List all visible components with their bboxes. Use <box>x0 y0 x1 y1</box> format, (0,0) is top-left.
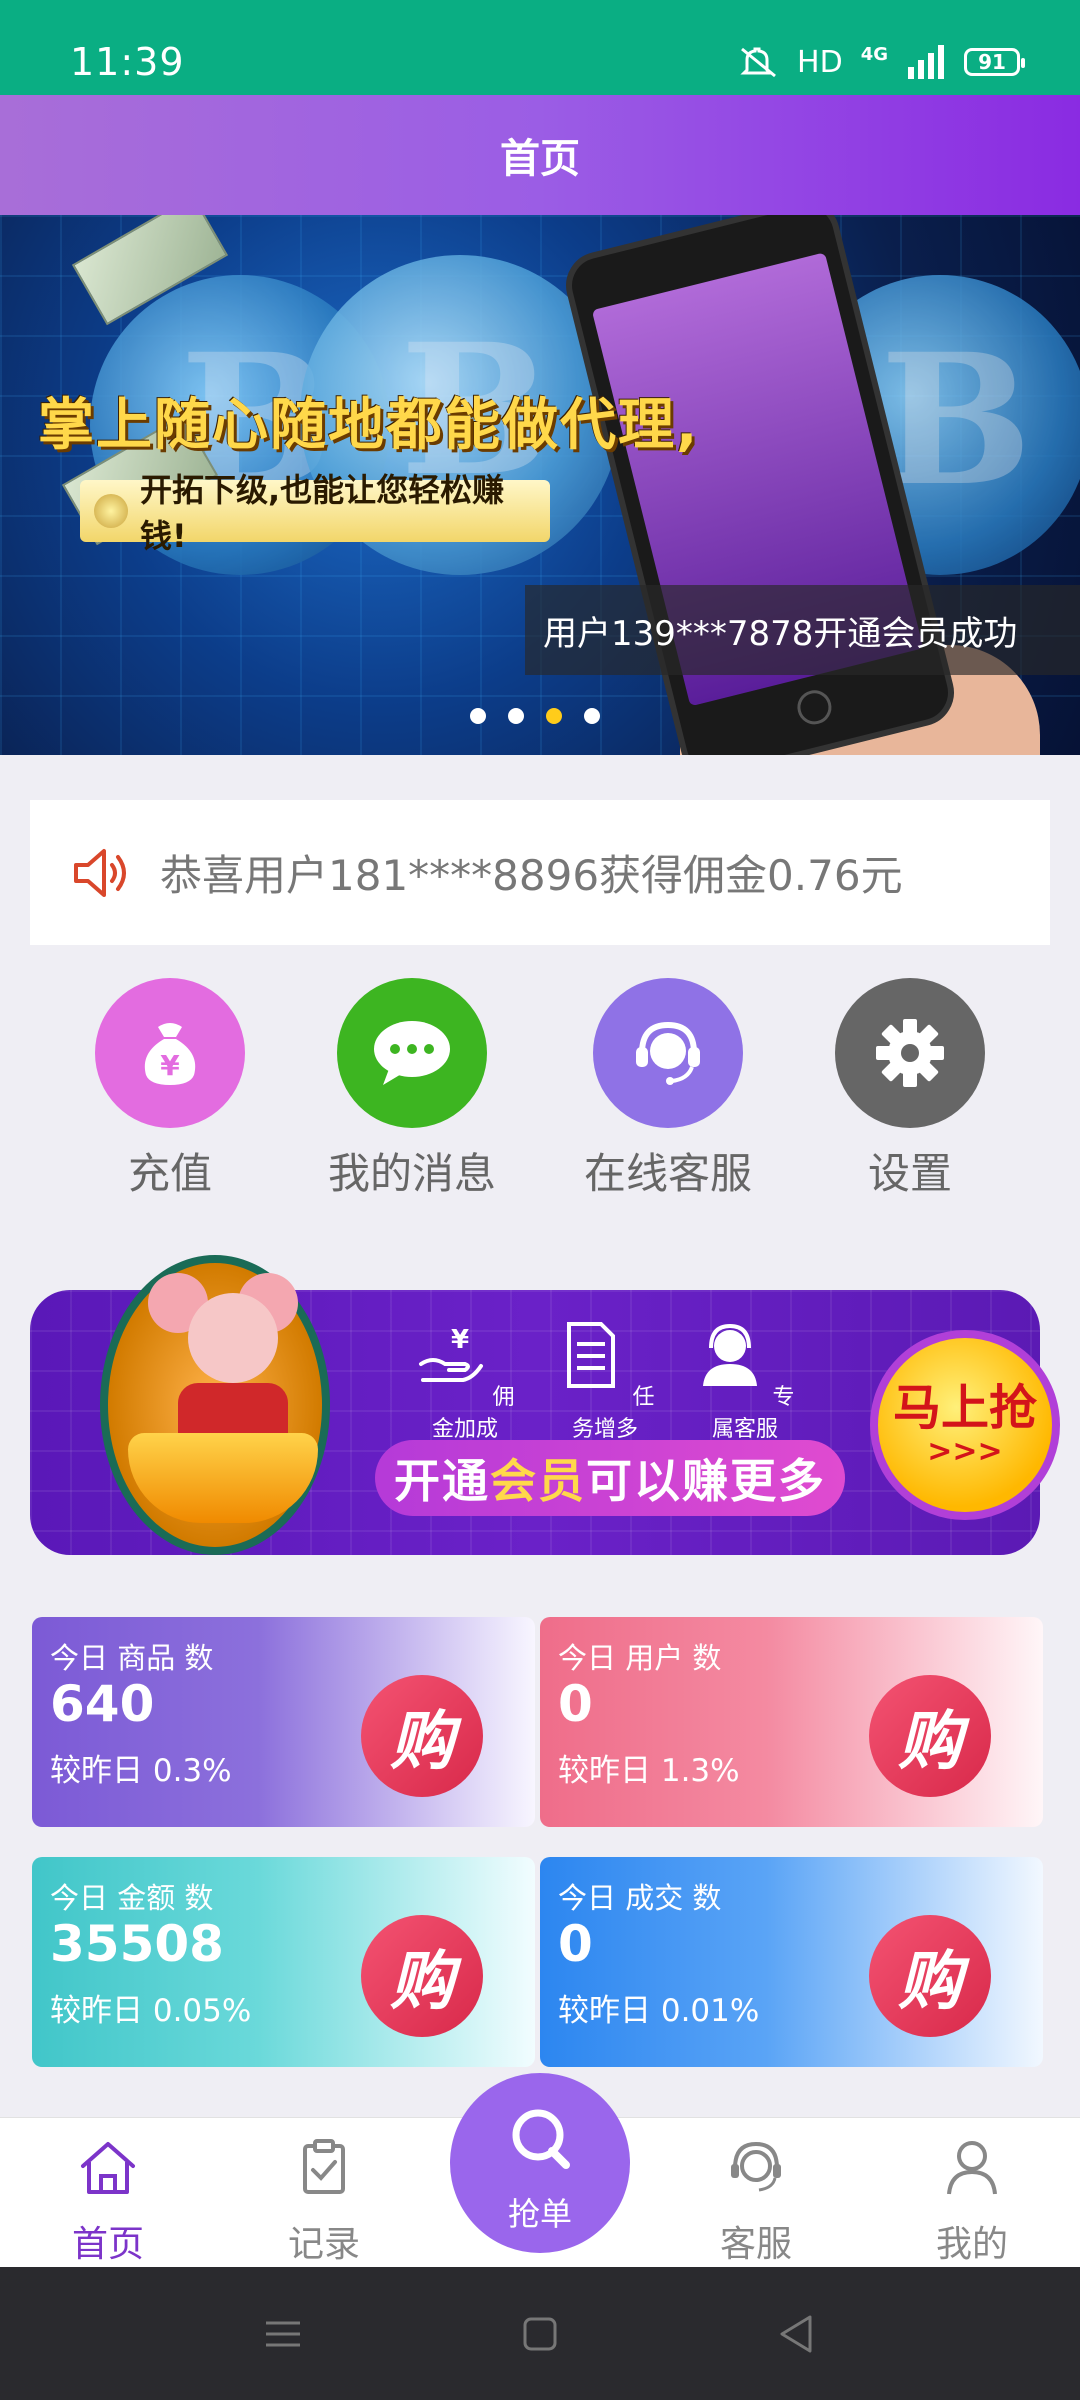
feature-label: 专属客服 <box>711 1385 795 1442</box>
money-bag-icon: ¥ <box>95 978 245 1128</box>
menu-icon[interactable] <box>258 2309 308 2359</box>
buy-badge-icon: 购 <box>869 1675 991 1797</box>
stat-label: 今日 成交 数 <box>558 1881 722 1915</box>
feature-commission: ¥ 佣金加成 <box>405 1320 525 1443</box>
svg-text:¥: ¥ <box>451 1325 469 1355</box>
hero-carousel[interactable]: B B B 掌上随心随地都能做代理, 开拓下级,也能让您轻松赚钱! 用户139*… <box>0 215 1080 755</box>
grab-now-arrows: >>> <box>927 1433 1003 1469</box>
online-service-label: 在线客服 <box>583 1149 752 1198</box>
recharge-label: 充值 <box>127 1149 212 1198</box>
mascot-mouse-image <box>100 1255 330 1555</box>
stat-card-amount[interactable]: 今日 金额 数 35508 较昨日 0.05% 购 <box>32 1857 535 2067</box>
feature-label: 佣金加成 <box>431 1385 515 1442</box>
slogan-highlight: 会员 <box>490 1454 586 1508</box>
nav-home-label: 首页 <box>71 2224 144 2265</box>
stat-compare: 较昨日 0.01% <box>558 1993 760 2029</box>
nav-home[interactable]: 首页 <box>28 2136 188 2267</box>
carousel-dot[interactable] <box>584 708 600 724</box>
nav-records[interactable]: 记录 <box>244 2136 404 2267</box>
headset-icon <box>731 2141 781 2192</box>
stat-label: 今日 用户 数 <box>558 1641 722 1675</box>
nav-service[interactable]: 客服 <box>676 2136 836 2267</box>
online-service-button[interactable]: 在线客服 <box>548 978 788 1201</box>
page-title-bar: 首页 <box>0 95 1080 215</box>
home-icon <box>81 2142 135 2194</box>
signal-icon <box>908 45 944 79</box>
recharge-button[interactable]: ¥ 充值 <box>50 978 290 1201</box>
hero-caption: 用户139***7878开通会员成功 <box>525 585 1080 675</box>
phone-home-button <box>793 686 836 728</box>
buy-badge-icon: 购 <box>869 1915 991 2037</box>
slogan-pre: 开通 <box>394 1454 490 1508</box>
gear-icon <box>835 978 985 1128</box>
svg-text:¥: ¥ <box>160 1049 180 1082</box>
nav-grab-order[interactable]: 抢单 <box>450 2073 630 2253</box>
buy-badge-icon: 购 <box>361 1915 483 2037</box>
carousel-dots[interactable] <box>470 708 600 724</box>
member-promo-banner[interactable]: ¥ 佣金加成 任务增多 专属客服 开通 会员 可以赚更多 马上抢 >>> <box>30 1255 1060 1555</box>
notice-text: 恭喜用户181****8896获得佣金0.76元 <box>160 851 903 900</box>
stat-value: 35508 <box>50 1915 224 1973</box>
stat-label: 今日 商品 数 <box>50 1641 214 1675</box>
feature-service: 专属客服 <box>685 1320 805 1443</box>
grab-now-button[interactable]: 马上抢 >>> <box>870 1330 1060 1520</box>
hd-label: HD <box>797 44 843 80</box>
quick-actions: ¥ 充值 我的消息 在线客服 设置 <box>0 978 1080 1198</box>
slogan-post: 可以赚更多 <box>586 1454 826 1508</box>
nav-grab-label: 抢单 <box>507 2195 572 2233</box>
feature-label: 任务增多 <box>571 1385 655 1442</box>
notice-bar[interactable]: 恭喜用户181****8896获得佣金0.76元 <box>30 800 1050 945</box>
stat-value: 0 <box>558 1915 593 1973</box>
nav-mine[interactable]: 我的 <box>892 2136 1052 2267</box>
stat-compare: 较昨日 0.3% <box>50 1753 232 1789</box>
messages-label: 我的消息 <box>327 1149 496 1198</box>
status-bar: 11:39 HD 4G 91 <box>0 0 1080 95</box>
stat-card-deals[interactable]: 今日 成交 数 0 较昨日 0.01% 购 <box>540 1857 1043 2067</box>
hero-headline: 掌上随心随地都能做代理, <box>38 393 700 458</box>
carousel-dot-active[interactable] <box>546 708 562 724</box>
document-icon <box>567 1322 616 1388</box>
stat-card-users[interactable]: 今日 用户 数 0 较昨日 1.3% 购 <box>540 1617 1043 1827</box>
nav-mine-label: 我的 <box>935 2224 1008 2265</box>
home-square-icon[interactable] <box>515 2309 565 2359</box>
nav-records-label: 记录 <box>287 2224 360 2265</box>
settings-label: 设置 <box>867 1149 952 1198</box>
stat-compare: 较昨日 1.3% <box>558 1753 740 1789</box>
carousel-dot[interactable] <box>470 708 486 724</box>
feature-tasks: 任务增多 <box>545 1320 665 1443</box>
stat-value: 0 <box>558 1675 593 1733</box>
search-icon <box>512 2109 570 2169</box>
carousel-dot[interactable] <box>508 708 524 724</box>
system-nav-bar <box>0 2267 1080 2400</box>
status-icons: HD 4G 91 <box>739 42 1025 82</box>
settings-button[interactable]: 设置 <box>790 978 1030 1201</box>
bottom-nav: 首页 记录 抢单 客服 我的 <box>0 2073 1080 2267</box>
agent-icon <box>703 1323 758 1386</box>
gold-ingot <box>128 1433 318 1523</box>
member-slogan: 开通 会员 可以赚更多 <box>375 1440 845 1516</box>
mute-icon <box>740 47 776 78</box>
headset-icon <box>593 978 743 1128</box>
nav-service-label: 客服 <box>719 2224 792 2265</box>
messages-button[interactable]: 我的消息 <box>292 978 532 1201</box>
clipboard-check-icon <box>303 2139 345 2194</box>
network-type: 4G <box>860 43 888 65</box>
grab-now-label: 马上抢 <box>892 1380 1037 1437</box>
battery-icon: 91 <box>964 48 1025 76</box>
hand-money-icon: ¥ <box>419 1325 484 1382</box>
stat-card-products[interactable]: 今日 商品 数 640 较昨日 0.3% 购 <box>32 1617 535 1827</box>
page-title: 首页 <box>500 136 580 182</box>
user-icon <box>947 2141 997 2195</box>
stat-compare: 较昨日 0.05% <box>50 1993 252 2029</box>
stat-value: 640 <box>50 1675 155 1733</box>
back-icon[interactable] <box>772 2309 822 2359</box>
hero-subline: 开拓下级,也能让您轻松赚钱! <box>80 471 550 555</box>
stat-label: 今日 金额 数 <box>50 1881 214 1915</box>
status-time: 11:39 <box>70 40 185 84</box>
mouse-face <box>188 1293 278 1383</box>
speaker-icon <box>74 848 126 897</box>
chat-bubble-icon <box>337 978 487 1128</box>
buy-badge-icon: 购 <box>361 1675 483 1797</box>
